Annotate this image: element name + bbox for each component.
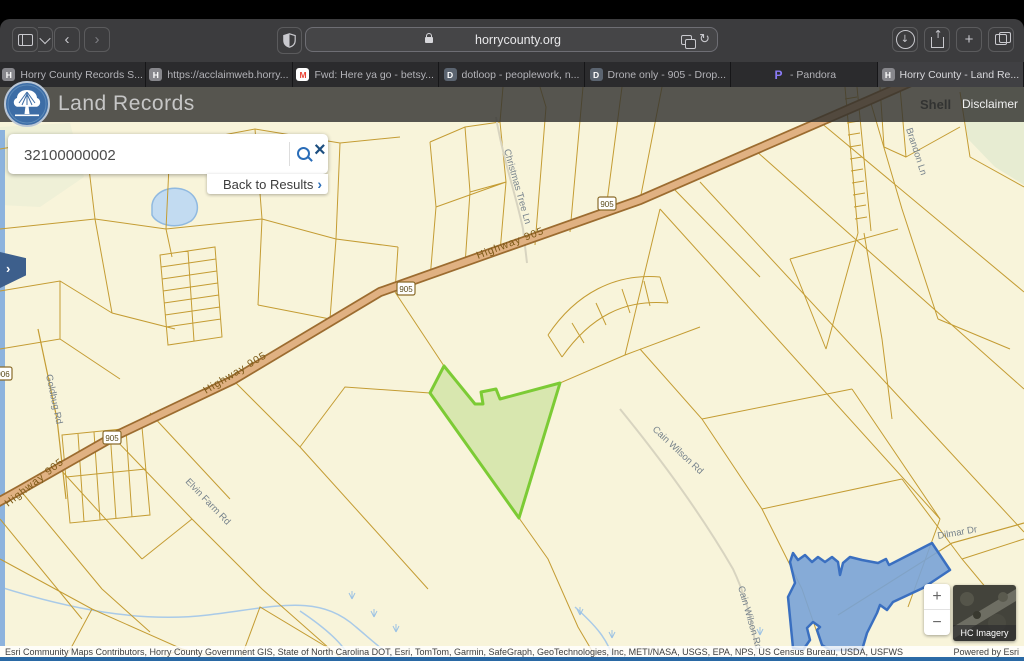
favicon-h: H bbox=[149, 68, 162, 81]
bottom-border bbox=[0, 657, 1024, 661]
zoom-in-button[interactable]: + bbox=[924, 584, 950, 609]
tab-dropbox-drone[interactable]: D Drone only - 905 - Drop... bbox=[585, 62, 731, 87]
tabs-icon bbox=[995, 34, 1007, 45]
tab-land-records-active[interactable]: H Horry County - Land Re... bbox=[878, 62, 1024, 87]
clear-search-icon[interactable]: × bbox=[314, 139, 326, 162]
search-icon[interactable] bbox=[297, 147, 310, 160]
chevron-right-icon: › bbox=[6, 261, 10, 276]
pond bbox=[152, 188, 197, 225]
share-button[interactable] bbox=[924, 27, 950, 52]
chevron-down-icon bbox=[39, 32, 50, 43]
tab-gmail[interactable]: M Fwd: Here ya go - betsy... bbox=[293, 62, 439, 87]
tab-title: Drone only - 905 - Drop... bbox=[608, 69, 726, 81]
lock-icon bbox=[425, 37, 433, 43]
browser-toolbar: ‹ › ↻ ↓ bbox=[0, 19, 1024, 62]
parcel-search-panel: × Back to Results › bbox=[8, 134, 328, 174]
app-header: Land Records Disclaimer bbox=[0, 87, 1024, 122]
page-title: Land Records bbox=[58, 92, 195, 116]
downloads-button[interactable]: ↓ bbox=[892, 27, 918, 52]
favicon-h: H bbox=[2, 68, 15, 81]
shield-icon bbox=[283, 33, 296, 48]
route-shield-906: 906 bbox=[0, 367, 12, 380]
attribution-sources: Esri Community Maps Contributors, Horry … bbox=[5, 647, 903, 657]
map-zoom-control: + − bbox=[924, 584, 950, 635]
zoom-out-button[interactable]: − bbox=[924, 610, 950, 635]
tab-title: - Pandora bbox=[790, 69, 836, 81]
tab-title: Horry County - Land Re... bbox=[900, 69, 1020, 81]
new-tab-button[interactable]: + bbox=[956, 27, 982, 52]
tab-title: Horry County Records S... bbox=[20, 69, 143, 81]
back-to-results-button[interactable]: Back to Results › bbox=[207, 174, 328, 194]
favicon-d: D bbox=[590, 68, 603, 81]
tab-overview-button[interactable] bbox=[988, 27, 1014, 52]
screen: ‹ › ↻ ↓ bbox=[0, 0, 1024, 661]
basemap-imagery-toggle[interactable]: HC Imagery bbox=[953, 585, 1016, 641]
tab-title: dotloop - peoplework, n... bbox=[462, 69, 580, 81]
back-button[interactable]: ‹ bbox=[54, 27, 80, 52]
search-input[interactable] bbox=[22, 134, 266, 176]
route-shield-905: 905 bbox=[397, 282, 415, 295]
share-icon bbox=[931, 37, 944, 48]
address-bar[interactable]: ↻ bbox=[305, 27, 718, 52]
tab-title: Fwd: Here ya go - betsy... bbox=[314, 69, 433, 81]
page-settings-icon[interactable] bbox=[681, 35, 692, 45]
svg-text:905: 905 bbox=[600, 200, 614, 209]
gmail-icon: M bbox=[296, 68, 309, 81]
favicon-d: D bbox=[444, 68, 457, 81]
divider bbox=[289, 142, 290, 166]
powered-by-esri: Powered by Esri bbox=[953, 647, 1019, 657]
privacy-shield-button[interactable] bbox=[277, 27, 302, 54]
reload-icon[interactable]: ↻ bbox=[699, 32, 710, 47]
forward-button[interactable]: › bbox=[84, 27, 110, 52]
sidebar-toggle-button[interactable] bbox=[12, 27, 38, 52]
route-shield-905: 905 bbox=[598, 197, 616, 210]
tab-dotloop[interactable]: D dotloop - peoplework, n... bbox=[439, 62, 585, 87]
url-input[interactable] bbox=[438, 33, 598, 47]
imagery-label: HC Imagery bbox=[953, 625, 1016, 641]
pandora-icon: P bbox=[772, 68, 785, 81]
tab-acclaimweb[interactable]: H https://acclaimweb.horry... bbox=[146, 62, 292, 87]
tab-title: https://acclaimweb.horry... bbox=[167, 69, 288, 81]
map-attribution: Esri Community Maps Contributors, Horry … bbox=[0, 646, 1024, 657]
favicon-h: H bbox=[882, 68, 895, 81]
tab-bar: H Horry County Records S... H https://ac… bbox=[0, 62, 1024, 87]
route-shield-905: 905 bbox=[103, 431, 121, 444]
search-box: × bbox=[8, 134, 328, 174]
page-content: 905 905 905 906 bbox=[0, 87, 1024, 661]
safari-window: ‹ › ↻ ↓ bbox=[0, 19, 1024, 661]
svg-text:906: 906 bbox=[0, 370, 10, 379]
disclaimer-link[interactable]: Disclaimer bbox=[962, 97, 1018, 111]
sidebar-dropdown-button[interactable] bbox=[38, 27, 53, 52]
sidebar-icon bbox=[18, 34, 33, 46]
svg-text:905: 905 bbox=[105, 434, 119, 443]
chevron-right-icon: › bbox=[317, 177, 322, 191]
download-icon: ↓ bbox=[896, 30, 915, 49]
left-edge-water-strip bbox=[0, 130, 5, 646]
svg-text:905: 905 bbox=[399, 285, 413, 294]
horry-county-logo[interactable] bbox=[4, 81, 50, 127]
tab-pandora[interactable]: P - Pandora bbox=[731, 62, 877, 87]
